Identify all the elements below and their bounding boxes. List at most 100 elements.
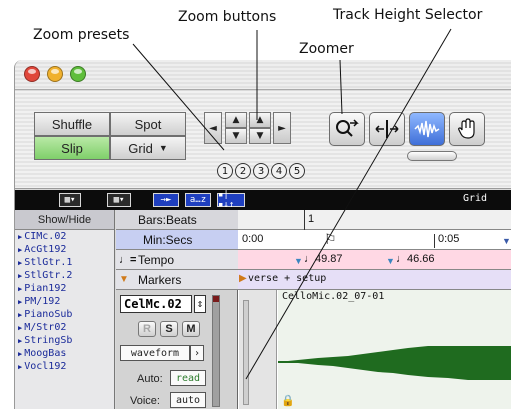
markers-ruler[interactable]: ▶ verse + setup (238, 270, 511, 290)
callout-zoomer: Zoomer (299, 41, 354, 57)
track-list-label: Pian192 (24, 283, 67, 294)
ruler-bars-beats[interactable]: Bars:Beats (116, 210, 238, 230)
flag-icon: ⚐ (324, 231, 337, 247)
zoomer-tool-button[interactable] (329, 112, 365, 146)
tempo-marker-icon: ▼ (294, 256, 303, 266)
voice-value-label: auto (175, 394, 201, 406)
track-list-item[interactable]: ▶ StlGtr.2 (15, 269, 114, 282)
record-label: R (143, 323, 151, 335)
track-list-label: StlGtr.2 (24, 270, 73, 281)
chevron-down-icon: ▼ (502, 236, 511, 246)
bar-one-label: 1 (308, 213, 315, 225)
zoom-in-midi-button[interactable]: ▲ (249, 112, 271, 128)
track-list-item[interactable]: ▶ Pian192 (15, 282, 114, 295)
spot-mode-button[interactable]: Spot (110, 112, 186, 136)
track-list-item[interactable]: ▶ StlGtr.1 (15, 256, 114, 269)
tempo-ruler[interactable]: ▼ ♩49.87 ▼ ♩46.66 (238, 250, 511, 270)
ruler-min-secs[interactable]: Min:Secs (116, 230, 238, 250)
track-list-label: PianoSub (24, 309, 73, 320)
close-window-icon[interactable] (24, 66, 40, 82)
audio-track-icon: ▶ (18, 285, 23, 293)
track-height-selector[interactable] (243, 300, 249, 405)
minimize-window-icon[interactable] (47, 66, 63, 82)
track-name-field[interactable]: CelMc.02 (120, 295, 192, 313)
show-hide-header[interactable]: Show/Hide (15, 210, 114, 230)
track-view-label: waveform (130, 347, 180, 359)
track-list-label: M/Str02 (24, 322, 67, 333)
audio-track-icon: ▶ (18, 350, 23, 358)
slip-mode-button[interactable]: Slip (34, 136, 110, 160)
zoomer-icon (336, 119, 359, 137)
tool-slider[interactable] (407, 151, 457, 161)
zoom-in-audio-button[interactable]: ▲ (225, 112, 247, 128)
solo-label: S (165, 323, 173, 335)
ruler-tempo-label: Tempo (138, 252, 175, 267)
grid-mode-button[interactable]: Grid ▼ (110, 136, 186, 160)
track-view-arrow-icon[interactable]: › (190, 345, 204, 361)
track-list-item[interactable]: ▶ StringSb (15, 334, 114, 347)
zoom-out-horizontal-button[interactable]: ◄ (204, 112, 222, 144)
shuffle-mode-label: Shuffle (51, 116, 93, 132)
chevron-down-icon: ▼ (158, 143, 168, 153)
mute-label: M (186, 323, 196, 335)
sort-button[interactable]: a…z (185, 193, 211, 207)
track-list-item[interactable]: ▶ PianoSub (15, 308, 114, 321)
track-list-item[interactable]: ▶ MoogBas (15, 347, 114, 360)
callout-zoom-presets: Zoom presets (33, 27, 130, 43)
mute-button[interactable]: M (182, 321, 200, 337)
tracks-menu-button[interactable]: ▦▾ (59, 193, 81, 207)
zoom-preset-2[interactable]: 2 (235, 163, 251, 179)
grid-mode-label: Grid (128, 140, 153, 156)
zoom-preset-1[interactable]: 1 (217, 163, 233, 179)
trim-tool-button[interactable] (369, 112, 405, 146)
tempo-1-value: 49.87 (315, 253, 343, 265)
track-playlist[interactable]: CelloMic.02_07-01 🔒 (278, 290, 511, 409)
zoom-out-midi-button[interactable]: ▼ (249, 128, 271, 144)
audio-track-icon: ▶ (18, 311, 23, 319)
ruler-markers-label: Markers (138, 272, 182, 287)
track-list-item[interactable]: ▶ AcGt192 (15, 243, 114, 256)
track-name-stepper[interactable]: ⇕ (194, 295, 206, 313)
track-list-label: StringSb (24, 335, 73, 346)
ruler-markers[interactable]: ▼ Markers (116, 270, 238, 290)
track-view-selector[interactable]: waveform (120, 345, 190, 361)
zoom-out-audio-button[interactable]: ▼ (225, 128, 247, 144)
groups-menu-button[interactable]: ▦▾ (107, 193, 131, 207)
audio-track-icon: ▶ (18, 246, 23, 254)
track-list-item[interactable]: ▶ PM/192 (15, 295, 114, 308)
zoom-preset-3[interactable]: 3 (253, 163, 269, 179)
voice-selector[interactable]: auto (170, 392, 206, 408)
zoom-preset-4[interactable]: 4 (271, 163, 287, 179)
ruler-bars-beats-label: Bars:Beats (138, 212, 197, 227)
automation-mode-selector[interactable]: read (170, 370, 206, 386)
solo-button[interactable]: S (160, 321, 178, 337)
grabber-tool-button[interactable] (449, 112, 485, 146)
time-tick (434, 234, 435, 248)
insertion-follows-button[interactable]: ▪|▪↓↑ (217, 190, 245, 210)
track-list-item[interactable]: ▶ M/Str02 (15, 321, 114, 334)
clip-indicator (213, 296, 219, 302)
zoom-window-icon[interactable] (70, 66, 86, 82)
shuffle-mode-button[interactable]: Shuffle (34, 112, 110, 136)
show-hide-panel: Show/Hide ▶ CIMc.02 ▶ AcGt192 ▶ StlGtr.1 ▶ StlG… (15, 210, 115, 409)
track-list-item[interactable]: ▶ CIMc.02 (15, 230, 114, 243)
track-list-label: AcGt192 (24, 244, 67, 255)
min-secs-ruler[interactable]: 0:00 ⚐ 0:05 ▼ (238, 230, 511, 250)
note-icon: ♩= (119, 253, 137, 266)
record-enable-button[interactable]: R (138, 321, 156, 337)
insertion-label: ▪|▪↓↑ (218, 190, 235, 210)
link-timeline-button[interactable]: →► (153, 193, 179, 207)
bar-tick (304, 210, 305, 230)
audio-waveform (278, 346, 511, 380)
lock-icon: 🔒 (281, 394, 295, 407)
tempo-2-label: ♩46.66 (396, 253, 435, 265)
trim-tool-icon (375, 120, 399, 138)
selector-tool-button[interactable] (409, 112, 445, 146)
zoom-in-horizontal-button[interactable]: ► (273, 112, 291, 144)
bars-beats-ruler[interactable]: 1 (238, 210, 511, 230)
ruler-tempo[interactable]: ♩= Tempo (116, 250, 238, 270)
zoom-preset-5[interactable]: 5 (289, 163, 305, 179)
callout-zoom-buttons: Zoom buttons (178, 9, 277, 25)
callout-track-height-selector: Track Height Selector (333, 7, 483, 23)
track-list-item[interactable]: ▶ Vocl192 (15, 360, 114, 373)
